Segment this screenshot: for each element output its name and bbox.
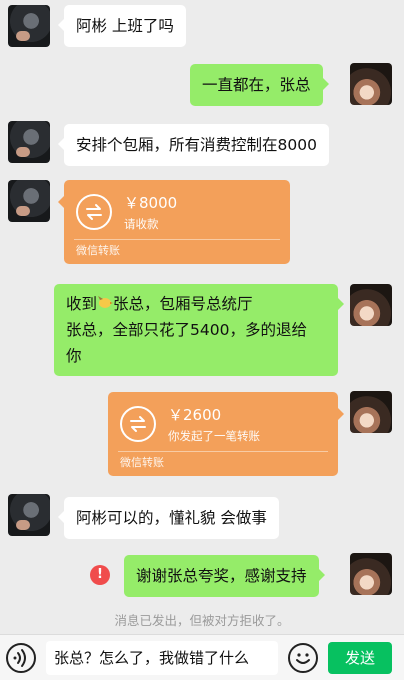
avatar-zhang[interactable] bbox=[8, 121, 50, 163]
transfer-divider bbox=[74, 239, 280, 240]
message-line1-prefix: 收到 bbox=[66, 295, 98, 313]
avatar-self[interactable] bbox=[350, 391, 392, 433]
transfer-amount: ￥2600 bbox=[168, 406, 222, 424]
transfer-label: 微信转账 bbox=[76, 244, 120, 257]
transfer-status: 你发起了一笔转账 bbox=[168, 429, 260, 443]
message-line1-suffix: 张总，包厢号总统厅 bbox=[113, 295, 253, 313]
avatar-self[interactable] bbox=[350, 63, 392, 105]
avatar-self[interactable] bbox=[350, 553, 392, 595]
send-button[interactable]: 发送 bbox=[328, 642, 392, 674]
message-bubble[interactable]: 收到 张总，包厢号总统厅 张总，全部只花了5400，多的退给 你 bbox=[54, 284, 344, 376]
message-bubble[interactable]: 阿彬 上班了吗 bbox=[58, 5, 186, 47]
emoji-icon[interactable] bbox=[288, 643, 318, 673]
transfer-card[interactable]: ￥8000 请收款 微信转账 bbox=[58, 180, 290, 264]
voice-icon[interactable] bbox=[6, 643, 36, 673]
avatar-self[interactable] bbox=[350, 284, 392, 326]
system-notice: 消息已发出，但被对方拒收了。 bbox=[114, 613, 290, 628]
transfer-amount: ￥8000 bbox=[124, 194, 178, 212]
message-bubble[interactable]: 谢谢张总夸奖，感谢支持 bbox=[124, 555, 325, 597]
send-failed-icon[interactable]: ! bbox=[90, 565, 110, 585]
avatar-zhang[interactable] bbox=[8, 5, 50, 47]
message-input[interactable]: 张总？怎么了，我做错了什么 bbox=[46, 641, 278, 675]
message-bubble[interactable]: 阿彬可以的，懂礼貌 会做事 bbox=[58, 497, 279, 539]
chick-emoji bbox=[97, 291, 114, 317]
message-bubble[interactable]: 一直都在，张总 bbox=[190, 64, 329, 106]
message-line2: 张总，全部只花了5400，多的退给 bbox=[66, 321, 307, 339]
avatar-zhang[interactable] bbox=[8, 494, 50, 536]
transfer-status: 请收款 bbox=[124, 217, 159, 231]
message-bubble[interactable]: 安排个包厢，所有消费控制在8000 bbox=[58, 124, 329, 166]
transfer-icon bbox=[120, 406, 156, 442]
avatar-zhang[interactable] bbox=[8, 180, 50, 222]
input-toolbar: 张总？怎么了，我做错了什么 发送 bbox=[0, 634, 404, 680]
transfer-divider bbox=[118, 451, 328, 452]
message-line3: 你 bbox=[66, 347, 82, 365]
transfer-label: 微信转账 bbox=[120, 456, 164, 469]
transfer-icon bbox=[76, 194, 112, 230]
transfer-card[interactable]: ￥2600 你发起了一笔转账 微信转账 bbox=[108, 392, 344, 476]
